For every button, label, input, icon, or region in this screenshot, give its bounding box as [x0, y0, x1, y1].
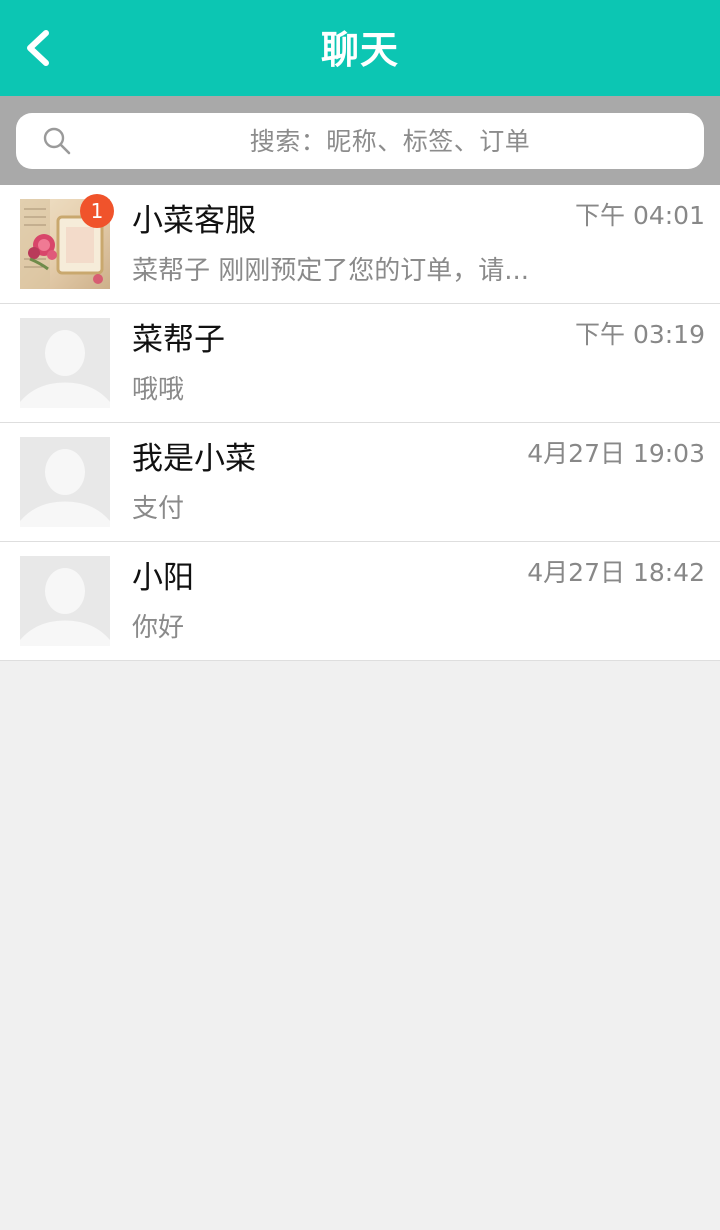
chat-item-woshixiaocai[interactable]: 我是小菜 4月27日 19:03 支付 — [0, 423, 720, 542]
page-title: 聊天 — [320, 28, 399, 72]
default-avatar — [20, 437, 110, 527]
chat-list: 1 小菜客服 下午 04:01 菜帮子 刚刚预定了您的订单，请... 菜帮子 下… — [0, 185, 720, 661]
header-bar: 聊天 — [0, 0, 720, 96]
chat-time: 下午 03:19 — [575, 320, 705, 349]
search-icon — [43, 127, 71, 155]
back-button[interactable] — [22, 20, 82, 76]
chat-time: 下午 04:01 — [575, 201, 705, 230]
chat-preview: 你好 — [132, 613, 185, 643]
search-bar: 搜索：昵称、标签、订单 — [0, 96, 720, 185]
default-avatar — [20, 318, 110, 408]
chat-preview: 哦哦 — [132, 375, 185, 405]
chat-time: 4月27日 18:42 — [527, 558, 705, 587]
chat-name: 小阳 — [132, 560, 194, 596]
chat-name: 菜帮子 — [132, 322, 225, 358]
chat-name: 小菜客服 — [132, 203, 256, 239]
chat-preview: 支付 — [132, 494, 185, 524]
unread-badge: 1 — [80, 194, 114, 228]
chat-item-xiaoyang[interactable]: 小阳 4月27日 18:42 你好 — [0, 542, 720, 661]
chat-name: 我是小菜 — [132, 441, 256, 477]
chat-item-caibangzi[interactable]: 菜帮子 下午 03:19 哦哦 — [0, 304, 720, 423]
chevron-left-icon — [27, 30, 49, 66]
default-avatar — [20, 556, 110, 646]
search-placeholder: 搜索：昵称、标签、订单 — [249, 127, 531, 156]
chat-time: 4月27日 19:03 — [527, 439, 705, 468]
search-input[interactable]: 搜索：昵称、标签、订单 — [16, 113, 704, 169]
chat-item-xiaocai-kefu[interactable]: 1 小菜客服 下午 04:01 菜帮子 刚刚预定了您的订单，请... — [0, 185, 720, 304]
chat-preview: 菜帮子 刚刚预定了您的订单，请... — [132, 256, 530, 286]
